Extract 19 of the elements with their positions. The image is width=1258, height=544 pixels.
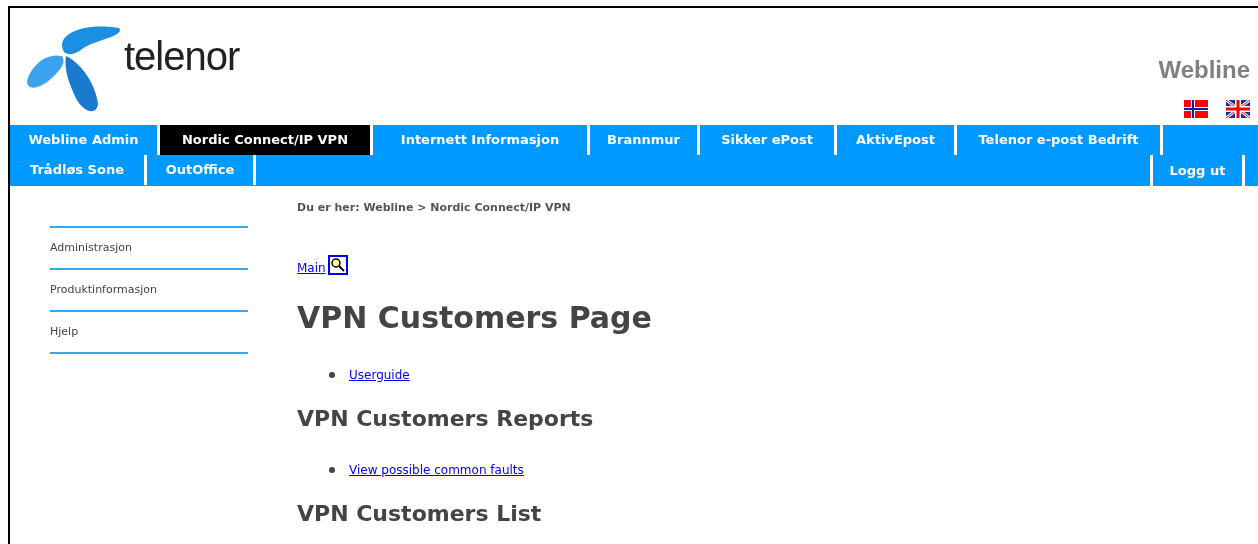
bullet-icon bbox=[329, 466, 335, 473]
site-title: Webline bbox=[1158, 55, 1250, 85]
logo-text: telenor bbox=[124, 36, 240, 76]
nav-tab[interactable]: Nordic Connect/IP VPN bbox=[160, 125, 373, 155]
uk-flag-icon[interactable] bbox=[1226, 100, 1250, 118]
section-heading: VPN Customers List bbox=[297, 499, 543, 528]
section-heading: VPN Customers Reports bbox=[297, 404, 595, 433]
page-title: VPN Customers Page bbox=[297, 298, 652, 337]
logout-tab[interactable]: Logg ut bbox=[1150, 155, 1245, 186]
norway-flag-icon[interactable] bbox=[1184, 100, 1208, 118]
link[interactable]: Userguide bbox=[349, 365, 410, 384]
sidebar-link[interactable]: Hjelp bbox=[50, 323, 79, 341]
sidebar-link[interactable]: Administrasjon bbox=[50, 239, 132, 257]
sidebar-link[interactable]: Produktinformasjon bbox=[50, 281, 157, 299]
breadcrumb: Du er her: Webline > Nordic Connect/IP VPN bbox=[297, 200, 572, 216]
bullet-icon bbox=[329, 371, 335, 378]
main-link[interactable]: Main bbox=[297, 258, 326, 277]
link[interactable]: View possible common faults bbox=[349, 460, 524, 479]
search-icon[interactable] bbox=[327, 254, 348, 275]
